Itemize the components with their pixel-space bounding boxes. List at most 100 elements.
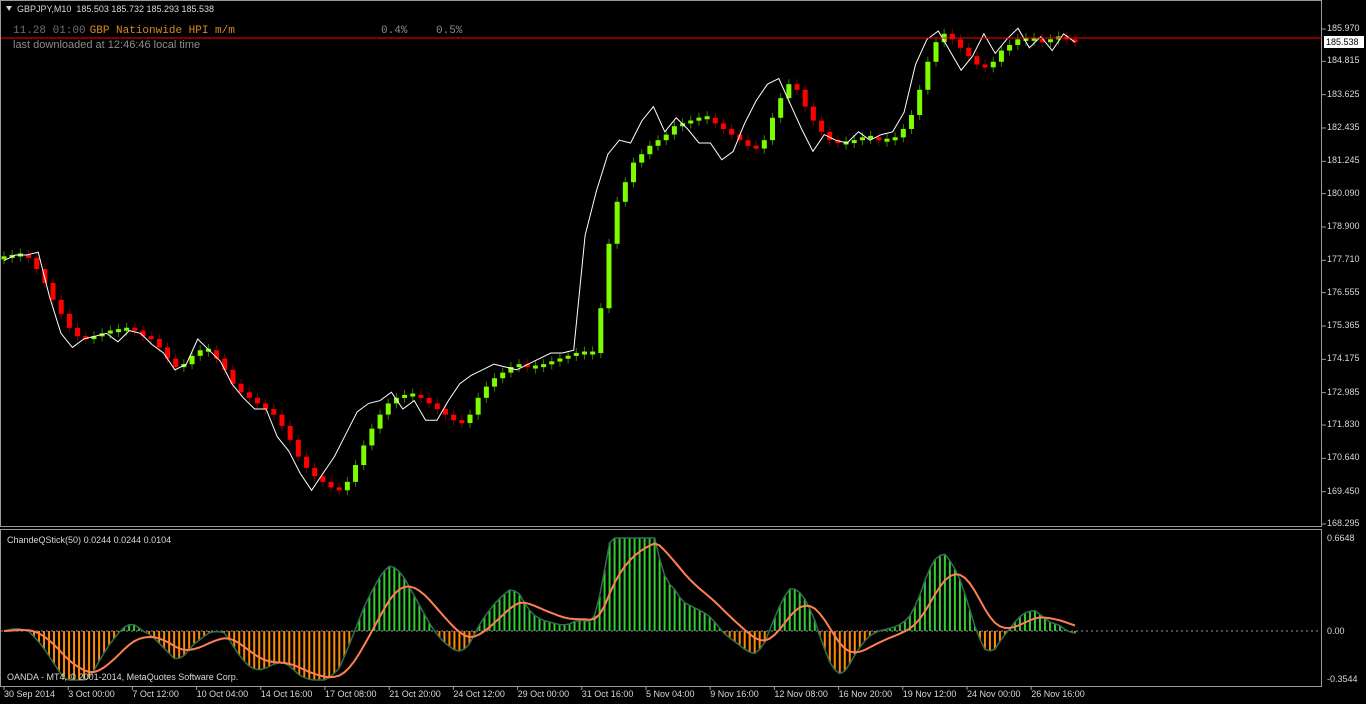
candle-body [622,182,628,202]
candle-body [614,201,620,244]
time-tick-label: 31 Oct 16:00 [581,689,634,699]
price-tick-label: 178.900 [1327,221,1360,231]
price-tick-label: 170.640 [1327,452,1360,463]
time-tick-label: 7 Oct 12:00 [132,689,179,699]
candle-body [541,364,547,368]
candle-body [500,372,506,379]
time-tick-label: 24 Nov 00:00 [967,689,1021,699]
candle-body [925,61,931,90]
candle-body [639,154,645,163]
candle-body [990,61,996,68]
current-price-label: 185.538 [1324,36,1364,48]
candle-body [287,425,293,440]
candle-body [263,403,269,410]
candle-body [148,336,154,340]
candle-body [819,120,825,132]
time-tick-label: 17 Oct 08:00 [325,689,377,699]
candle-body [361,445,367,466]
chevron-down-icon[interactable] [6,6,12,11]
price-tick-label: 182.435 [1327,122,1360,132]
candle-body [50,283,56,300]
candle-body [279,414,285,426]
time-tick-label: 14 Oct 16:00 [260,689,313,699]
candle-body [75,327,81,337]
candle-body [933,42,939,62]
candle-body [696,117,702,121]
news-datetime: 11.28 01:00 [13,25,86,37]
candle-body [745,140,751,146]
price-tick-label: 172.985 [1327,386,1360,397]
candle-body [549,361,555,365]
candle-body [467,414,473,424]
candle-body [949,33,955,40]
symbol-header[interactable]: GBPJPY,M10 185.503 185.732 185.293 185.5… [6,4,214,14]
candle-body [451,414,457,421]
indicator-values: 0.0244 0.0244 0.0104 [83,535,172,545]
price-tick-label: 181.245 [1327,155,1360,166]
candle-body [475,397,481,415]
candle-body [107,330,113,334]
candle-body [410,393,416,397]
candle-body [246,392,252,398]
candle-body [1,256,7,260]
candle-body [115,329,121,333]
candle-body [557,358,563,362]
candle-body [295,439,301,457]
candle-body [173,358,179,368]
news-event-name: GBP Nationwide HPI m/m [89,25,235,37]
candle-body [729,128,735,135]
price-tick-label: 183.625 [1327,88,1360,99]
candle-body [1007,44,1013,51]
candle-body [868,135,874,139]
candle-body [238,383,244,393]
time-tick-label: 26 Nov 16:00 [1031,689,1085,699]
candle-body [328,481,334,488]
news-forecast-value: 0.5% [436,25,463,37]
candle-body [1015,39,1021,45]
candle-body [573,352,579,356]
candle-body [982,64,988,68]
candle-body [598,308,604,354]
candle-body [884,138,890,142]
indicator-name: ChandeQStick(50) [7,535,82,545]
candle-body [590,351,596,355]
candle-body [655,140,661,146]
news-actual-value: 0.4% [381,25,408,37]
price-tick-label: 175.365 [1327,320,1360,330]
candle-body [974,56,980,65]
candle-body [876,137,882,141]
candle-body [565,355,571,359]
price-tick-label: 184.815 [1327,55,1360,66]
time-tick-label: 5 Nov 04:00 [646,689,695,699]
candle-body [532,365,538,369]
candle-body [712,117,718,124]
candle-body [606,243,612,309]
candle-body [303,456,309,468]
candle-body [492,378,498,387]
candle-body [271,409,277,415]
candle-body [802,89,808,107]
candle-body [377,414,383,429]
candle-body [58,299,64,314]
broker-copyright: OANDA - MT4, © 2001-2014, MetaQuotes Sof… [7,672,239,682]
candle-body [483,386,489,398]
candle-body [859,137,865,141]
time-tick-label: 24 Oct 12:00 [453,689,505,699]
price-tick-label: 169.450 [1327,485,1360,496]
candle-body [434,403,440,410]
candle-body [189,355,195,365]
candle-body [778,98,784,118]
indicator-label: ChandeQStick(50) 0.0244 0.0244 0.0104 [7,535,171,545]
candle-body [34,257,40,270]
time-tick-label: 16 Nov 20:00 [838,689,893,699]
candle-body [581,351,587,355]
price-tick-label: 176.555 [1327,286,1360,297]
time-tick-label: 21 Oct 20:00 [389,689,441,699]
candle-body [753,145,759,149]
chart-canvas[interactable] [0,0,1366,704]
candle-body [998,50,1004,62]
download-status: last downloaded at 12:46:46 local time [13,39,201,51]
candle-body [704,116,710,120]
candle-body [663,134,669,141]
candle-body [254,397,260,404]
